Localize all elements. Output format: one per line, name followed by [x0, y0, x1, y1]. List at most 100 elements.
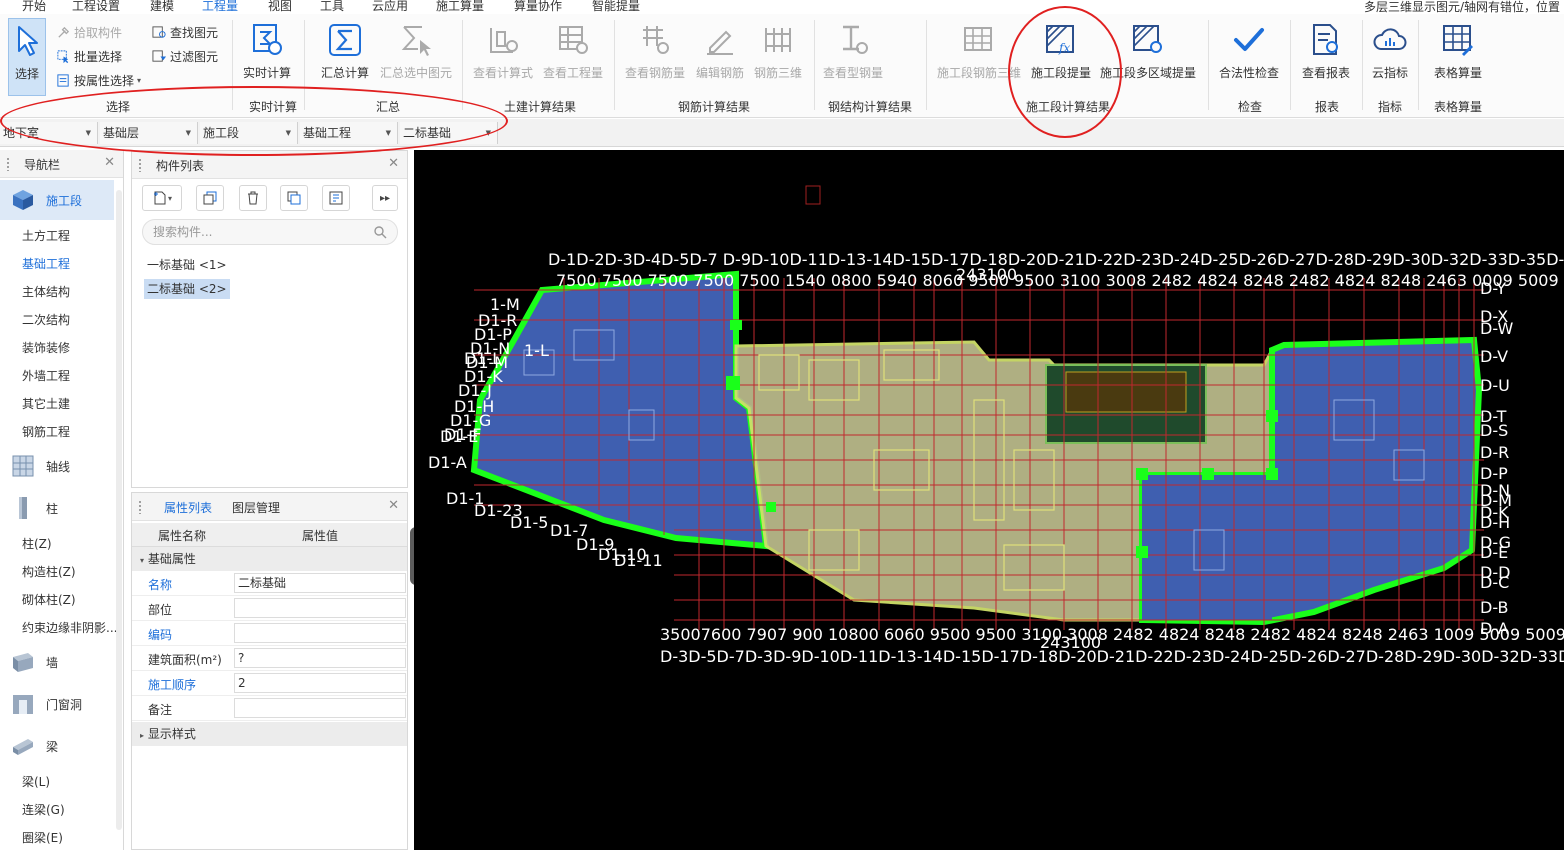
find-element-button[interactable]: 查找图元 — [152, 22, 218, 42]
menu-tools[interactable]: 工具 — [320, 0, 344, 14]
rebar-3d-button[interactable]: 钢筋三维 — [752, 18, 804, 88]
menu-cloud[interactable]: 云应用 — [372, 0, 408, 14]
prop-code-value[interactable] — [234, 623, 406, 643]
nav-cat-axis[interactable]: 轴线 — [0, 446, 114, 486]
nav-sub-decoration[interactable]: 装饰装修 — [22, 339, 70, 356]
nav-sub-exterior-wall[interactable]: 外墙工程 — [22, 367, 70, 384]
nav-sub-link-beam[interactable]: 连梁(G) — [22, 801, 65, 818]
nav-sub-other-civil[interactable]: 其它土建 — [22, 395, 70, 412]
prop-row-area: 建筑面积(m²) ? — [132, 646, 407, 671]
prop-remark-value[interactable] — [234, 698, 406, 718]
nav-title: 导航栏 — [24, 158, 61, 172]
nav-sub-column-z[interactable]: 柱(Z) — [22, 535, 52, 552]
nav-sub-masonry-column[interactable]: 砌体柱(Z) — [22, 591, 76, 608]
floor-select[interactable]: 基础层 ▼ — [100, 122, 198, 144]
menu-modeling[interactable]: 建模 — [150, 0, 174, 14]
category-select[interactable]: 施工段 ▼ — [200, 122, 298, 144]
close-icon[interactable]: ✕ — [388, 156, 399, 171]
summary-selected-button[interactable]: 汇总选中图元 — [378, 18, 454, 88]
realtime-calc-button[interactable]: 实时计算 — [240, 18, 294, 88]
stage-quantity-button[interactable]: fx 施工段提量 — [1030, 18, 1092, 88]
nav-cat-axis-label: 轴线 — [46, 459, 71, 474]
nav-sub-ring-beam[interactable]: 圈梁(E) — [22, 829, 63, 846]
type-select[interactable]: 基础工程 ▼ — [300, 122, 398, 144]
nav-sub-foundation[interactable]: 基础工程 — [22, 255, 70, 272]
nav-sub-rebar[interactable]: 钢筋工程 — [22, 423, 70, 440]
nav-sub-constructional-column[interactable]: 构造柱(Z) — [22, 563, 76, 580]
batch-select-button[interactable]: 批量选择 — [56, 46, 122, 66]
filter-element-button[interactable]: 过滤图元 — [152, 46, 218, 66]
sort-component-button[interactable] — [322, 185, 350, 211]
more-tools-button[interactable]: ▸▸ — [372, 185, 398, 211]
section-display-style[interactable]: ▸ 显示样式 — [132, 722, 407, 746]
menu-smart-extract[interactable]: 智能提量 — [592, 0, 640, 14]
bottom-left-axis-label: D1-11 — [614, 551, 663, 570]
menu-construction-calc[interactable]: 施工算量 — [436, 0, 484, 14]
prop-order-value[interactable]: 2 — [234, 673, 406, 693]
drag-handle-icon[interactable] — [138, 500, 142, 514]
prop-area-value[interactable]: ? — [234, 648, 406, 668]
nav-cat-door-window[interactable]: 门窗洞 — [0, 684, 114, 724]
nav-cat-wall[interactable]: 墙 — [0, 642, 114, 682]
component-item-selected[interactable]: 二标基础 <2> — [144, 279, 230, 299]
pick-component-button[interactable]: 拾取构件 — [56, 22, 122, 42]
nav-sub-beam-l[interactable]: 梁(L) — [22, 773, 50, 790]
view-rebar-button[interactable]: 查看钢筋量 — [624, 18, 686, 88]
realtime-group-label: 实时计算 — [249, 100, 298, 114]
nav-cat-column[interactable]: 柱 — [0, 488, 114, 528]
batch-select-icon — [57, 49, 69, 63]
view-formula-button[interactable]: 查看计算式 — [472, 18, 534, 88]
prop-name-value[interactable]: 二标基础 — [234, 573, 406, 593]
nav-cat-beam[interactable]: 梁 — [0, 726, 114, 766]
new-component-button[interactable]: ▾ — [142, 185, 182, 211]
prop-location-value[interactable] — [234, 598, 406, 618]
tab-attribute-list[interactable]: 属性列表 — [164, 499, 212, 516]
nav-sub-main-structure[interactable]: 主体结构 — [22, 283, 70, 300]
properties-panel: 属性列表 图层管理 ✕ 属性名称 属性值 ▾ 基础属性 名称 二标基础 部位 编… — [131, 492, 408, 850]
close-icon[interactable]: ✕ — [104, 155, 115, 170]
menu-quantity[interactable]: 工程量 — [202, 0, 238, 14]
section-base-attributes[interactable]: ▾ 基础属性 — [132, 547, 407, 571]
drawing-canvas[interactable]: D-1D-2D-3D-4D-5D-7 D-9D-10D-11D-13-14D-1… — [414, 150, 1564, 850]
copy-component-button[interactable] — [196, 185, 224, 211]
tab-layer-manager[interactable]: 图层管理 — [232, 499, 280, 516]
nav-scrollbar[interactable] — [116, 190, 122, 830]
component-select[interactable]: 二标基础 ▼ — [400, 122, 498, 144]
nav-sub-earthwork[interactable]: 土方工程 — [22, 227, 70, 244]
table-calc-button[interactable]: 表格算量 — [1426, 18, 1490, 88]
menu-start[interactable]: 开始 — [22, 0, 46, 14]
legality-check-button[interactable]: 合法性检查 — [1216, 18, 1282, 88]
floor-group-select[interactable]: 地下室 ▼ — [0, 122, 98, 144]
multi-area-button[interactable]: 施工段多区域提量 — [1098, 18, 1198, 88]
nav-cat-wall-label: 墙 — [46, 655, 59, 670]
table-group-label: 表格算量 — [1434, 100, 1483, 114]
nav-sub-boundary-member[interactable]: 约束边缘非阴影... — [22, 619, 117, 636]
drag-handle-icon[interactable] — [6, 157, 10, 171]
layer-copy-button[interactable] — [280, 185, 308, 211]
stage-rebar-3d-button[interactable]: 施工段钢筋三维 — [936, 18, 1022, 88]
menu-view[interactable]: 视图 — [268, 0, 292, 14]
component-search-input[interactable]: 搜索构件... — [142, 219, 398, 245]
nav-cat-stage[interactable]: 施工段 — [0, 180, 114, 220]
edit-rebar-label: 编辑钢筋 — [695, 66, 744, 80]
cloud-index-button[interactable]: 云指标 — [1368, 18, 1412, 88]
view-quantity-icon — [559, 26, 588, 54]
view-quantity-button[interactable]: 查看工程量 — [542, 18, 604, 88]
close-icon[interactable]: ✕ — [388, 498, 399, 513]
drag-handle-icon[interactable] — [138, 158, 142, 172]
select-by-attr-button[interactable]: 按属性选择 ▾ — [56, 70, 141, 90]
menu-project-settings[interactable]: 工程设置 — [72, 0, 120, 14]
nav-sub-secondary-structure[interactable]: 二次结构 — [22, 311, 70, 328]
view-rebar-icon — [643, 26, 669, 54]
view-steel-button[interactable]: 查看型钢量 — [822, 18, 884, 88]
view-report-button[interactable]: 查看报表 — [1298, 18, 1354, 88]
select-button[interactable]: 选择 — [8, 18, 46, 96]
delete-component-button[interactable] — [239, 185, 267, 211]
menu-collaboration[interactable]: 算量协作 — [514, 0, 562, 14]
summary-calc-button[interactable]: 汇总计算 — [318, 18, 372, 88]
filter-icon — [152, 49, 167, 62]
blue-zone-bottom — [1142, 475, 1272, 620]
edit-rebar-button[interactable]: 编辑钢筋 — [694, 18, 746, 88]
component-item[interactable]: 一标基础 <1> — [144, 255, 230, 275]
column-icon — [19, 497, 27, 519]
